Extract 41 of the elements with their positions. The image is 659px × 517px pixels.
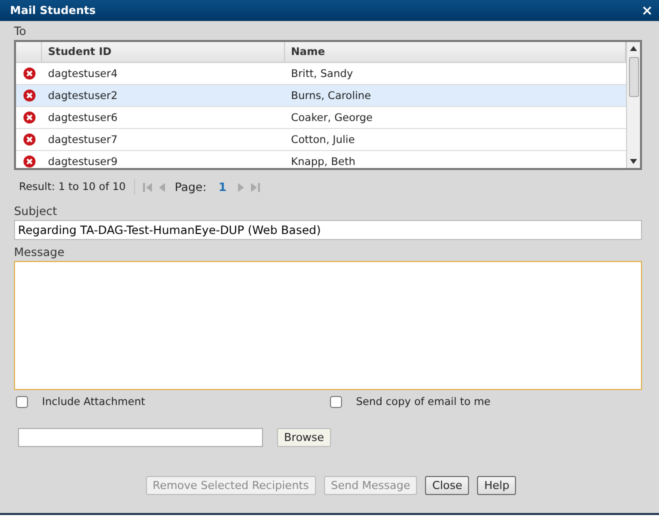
checkbox[interactable]	[16, 396, 28, 408]
scroll-thumb[interactable]	[628, 57, 638, 97]
message-field[interactable]	[14, 261, 642, 390]
table-cell: dagtestuser7	[48, 134, 118, 146]
table-row[interactable]: dagtestuser2 Burns, Caroline	[16, 85, 626, 107]
table-cell: dagtestuser9	[48, 156, 118, 168]
dialog-button[interactable]: Help	[477, 476, 516, 495]
checkbox-label: Send copy of email to me	[356, 396, 491, 408]
window-title: Mail Students	[10, 4, 96, 17]
to-label: To	[14, 24, 26, 38]
result-text: Result: 1 to 10 of 10	[19, 181, 126, 193]
remove-icon[interactable]	[22, 111, 36, 124]
remove-icon[interactable]	[22, 89, 36, 102]
scroll-up-icon[interactable]	[630, 46, 637, 51]
table-cell: dagtestuser4	[48, 68, 118, 80]
browse-button[interactable]: Browse	[277, 428, 332, 447]
file-path-field[interactable]	[18, 428, 263, 447]
table-cell: Burns, Caroline	[291, 90, 372, 102]
remove-icon[interactable]	[22, 155, 36, 168]
remove-icon[interactable]	[22, 133, 36, 146]
table-row[interactable]: dagtestuser6 Coaker, George	[16, 107, 626, 129]
table-cell: Cotton, Julie	[291, 134, 355, 146]
table-row[interactable]: dagtestuser7 Cotton, Julie	[16, 129, 626, 151]
checkbox[interactable]	[330, 396, 342, 408]
dialog-button[interactable]: Close	[425, 476, 470, 495]
page-label: Page:	[174, 180, 206, 194]
message-label: Message	[14, 245, 64, 259]
table-cell: Britt, Sandy	[291, 68, 353, 80]
subject-field[interactable]: Regarding TA-DAG-Test-HumanEye-DUP (Web Based)	[14, 220, 642, 240]
table-cell: Coaker, George	[291, 112, 373, 124]
checkbox-label: Include Attachment	[42, 396, 146, 408]
remove-icon[interactable]	[22, 67, 36, 80]
table-cell: dagtestuser6	[48, 112, 118, 124]
close-button[interactable]: ×	[641, 4, 653, 18]
scroll-down-icon[interactable]	[630, 159, 637, 164]
subject-label: Subject	[14, 204, 57, 218]
table-cell: dagtestuser2	[48, 90, 118, 102]
table-cell: Knapp, Beth	[291, 156, 356, 168]
column-header[interactable]: Student ID	[42, 42, 285, 62]
scrollbar[interactable]	[626, 42, 640, 168]
page-number: 1	[218, 180, 226, 194]
